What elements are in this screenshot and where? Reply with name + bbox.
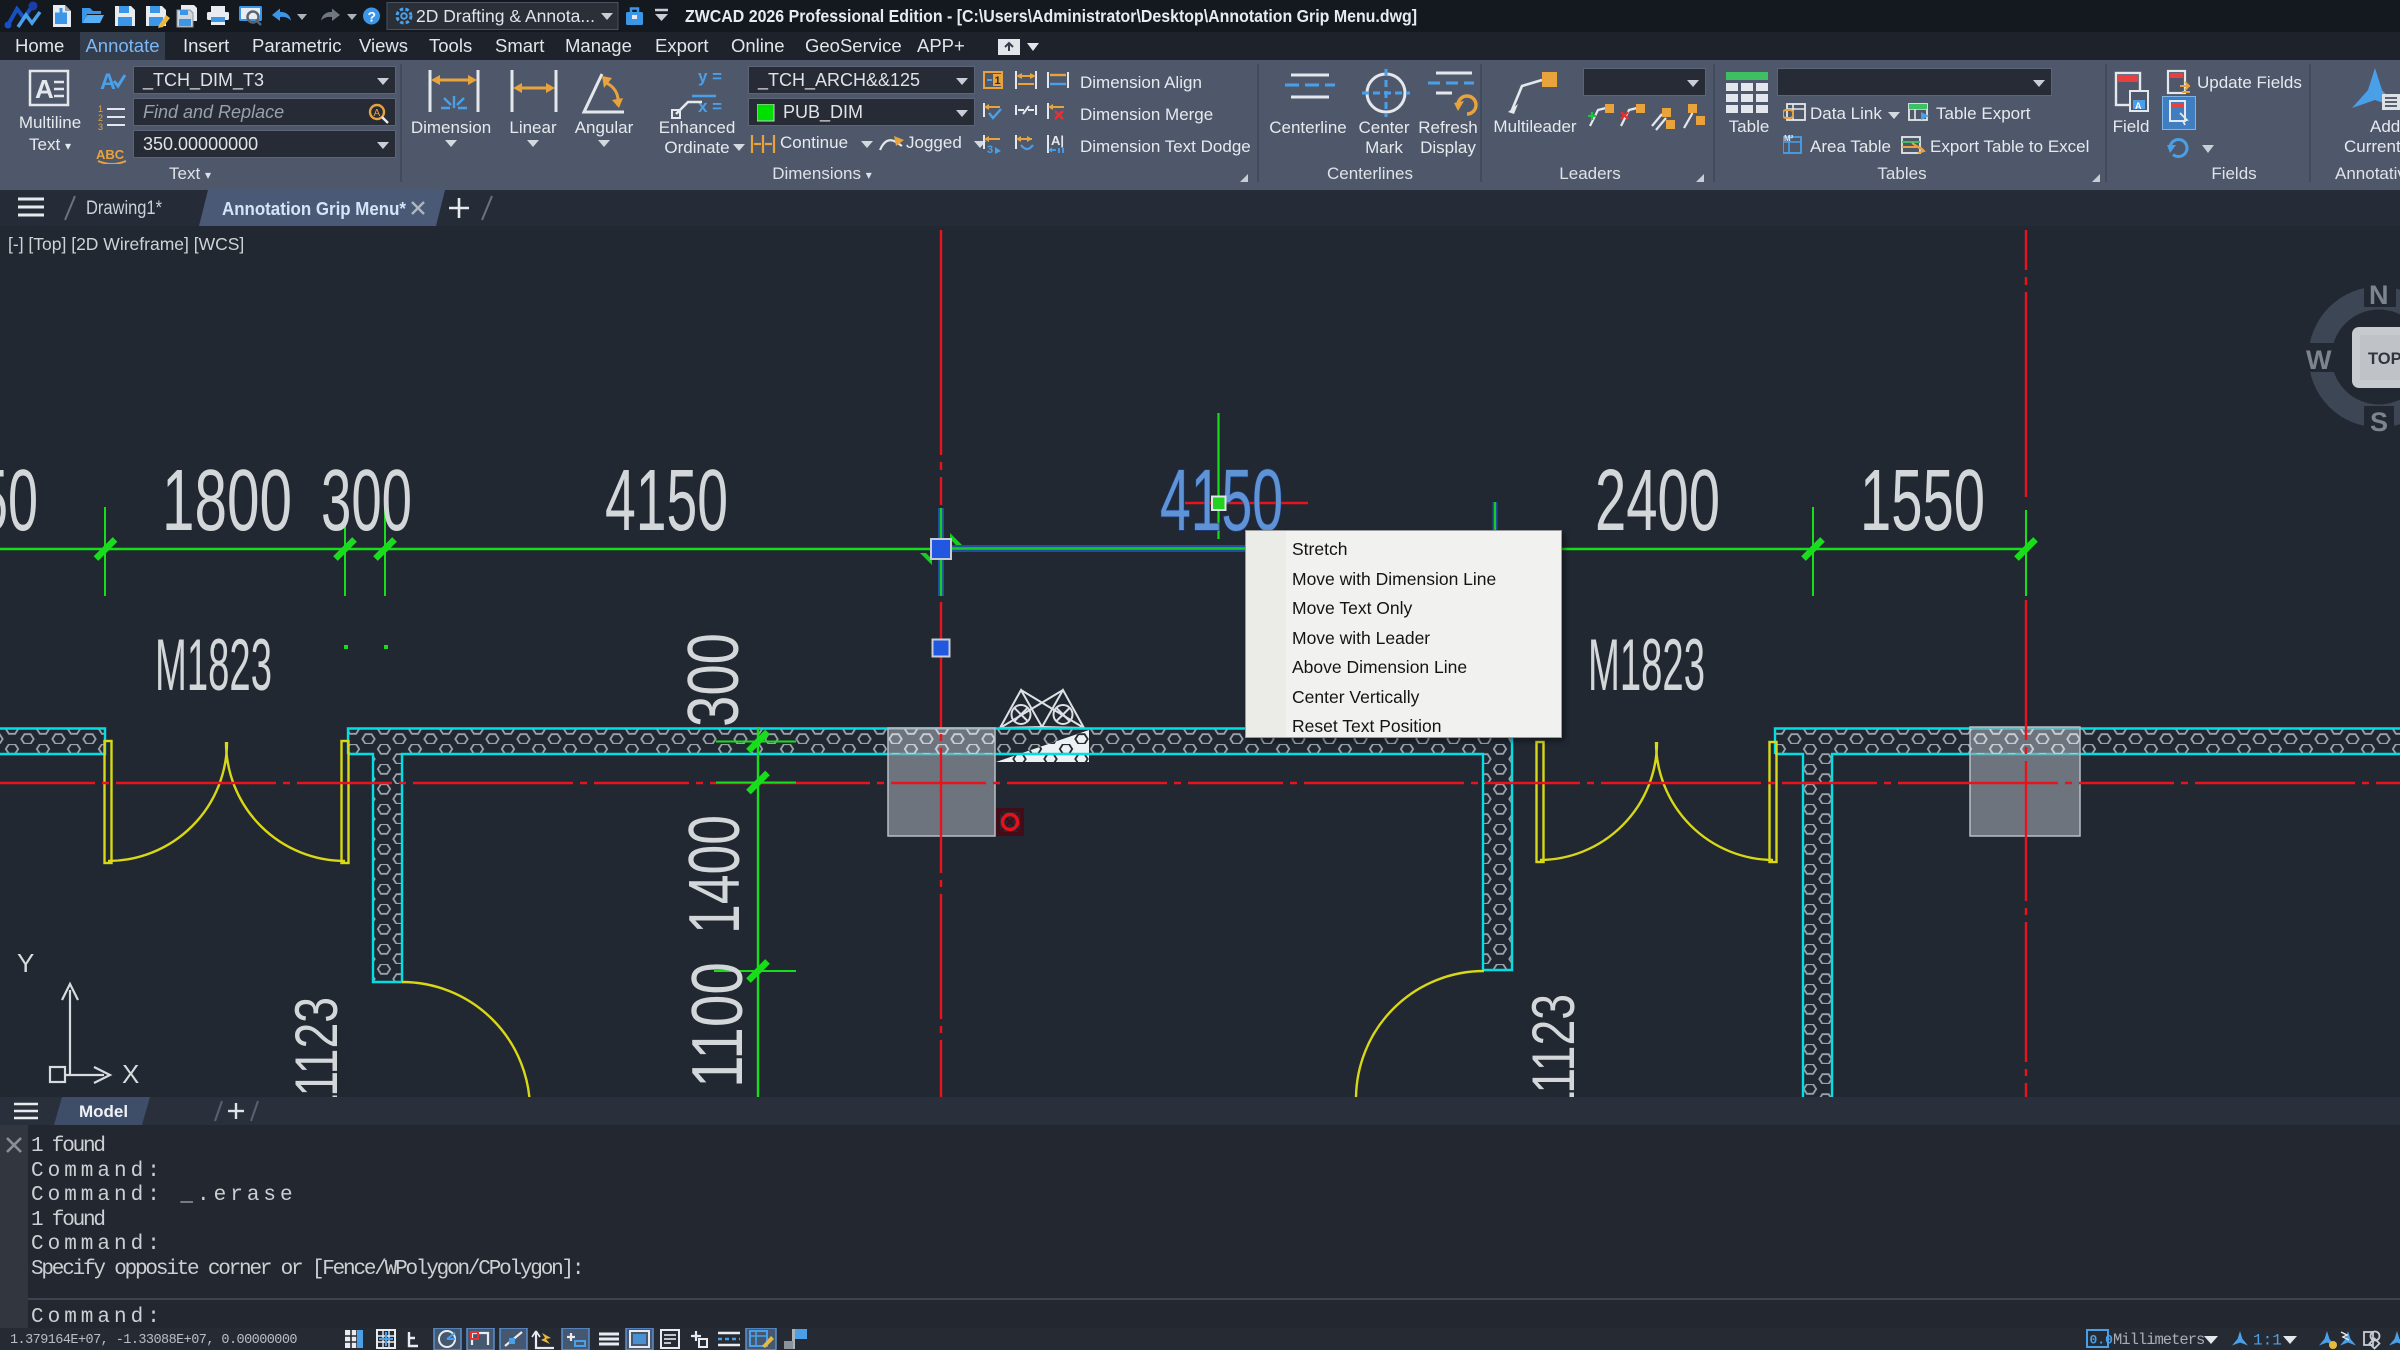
svg-text:1100: 1100: [678, 962, 758, 1088]
svg-text:M²: M²: [1784, 134, 1794, 143]
svg-text:1: 1: [995, 75, 1001, 87]
svg-text:x =: x =: [698, 97, 722, 116]
svg-text:?: ?: [368, 9, 377, 25]
svg-text:A: A: [35, 74, 54, 104]
svg-text:1:1: 1:1: [2253, 1332, 2282, 1350]
svg-text:1550: 1550: [1860, 452, 1985, 549]
svg-text:1400: 1400: [675, 815, 755, 934]
svg-text:3: 3: [98, 122, 103, 132]
svg-text:y =: y =: [698, 68, 722, 86]
svg-text:2400: 2400: [1595, 452, 1720, 549]
svg-text:50: 50: [0, 452, 38, 549]
svg-text:[-] [Top] [2D Wireframe] [WCS]: [-] [Top] [2D Wireframe] [WCS]: [8, 234, 244, 254]
svg-text:M1823: M1823: [1588, 625, 1705, 706]
svg-text:M1823: M1823: [155, 625, 272, 706]
svg-text:W: W: [2306, 345, 2332, 375]
svg-text:Model: Model: [79, 1102, 128, 1121]
svg-text:A: A: [374, 108, 381, 119]
svg-text:X: X: [122, 1059, 139, 1089]
svg-text:300: 300: [674, 633, 754, 727]
svg-text:Annotation Grip Menu*: Annotation Grip Menu*: [222, 198, 407, 219]
svg-text:300: 300: [321, 452, 412, 549]
svg-text:TOP: TOP: [2368, 350, 2400, 368]
svg-text:3: 3: [987, 144, 993, 156]
svg-text:S: S: [2370, 407, 2388, 437]
svg-text:0.0: 0.0: [2090, 1333, 2114, 1348]
svg-text:ABC: ABC: [96, 147, 125, 162]
svg-text:N: N: [2369, 280, 2389, 310]
svg-text:ZWCAD 2026 Professional Editio: ZWCAD 2026 Professional Edition - [C:\Us…: [685, 6, 1417, 26]
svg-text:Millimeters: Millimeters: [2113, 1331, 2205, 1349]
svg-text:A: A: [2135, 101, 2142, 111]
svg-text:4150: 4150: [605, 452, 728, 549]
svg-text:1800: 1800: [162, 452, 292, 549]
svg-text:A|: A|: [1051, 133, 1064, 148]
svg-text:Drawing1*: Drawing1*: [86, 198, 163, 219]
svg-text:2D Drafting & Annota...: 2D Drafting & Annota...: [416, 6, 595, 26]
svg-text:Y: Y: [17, 948, 34, 978]
